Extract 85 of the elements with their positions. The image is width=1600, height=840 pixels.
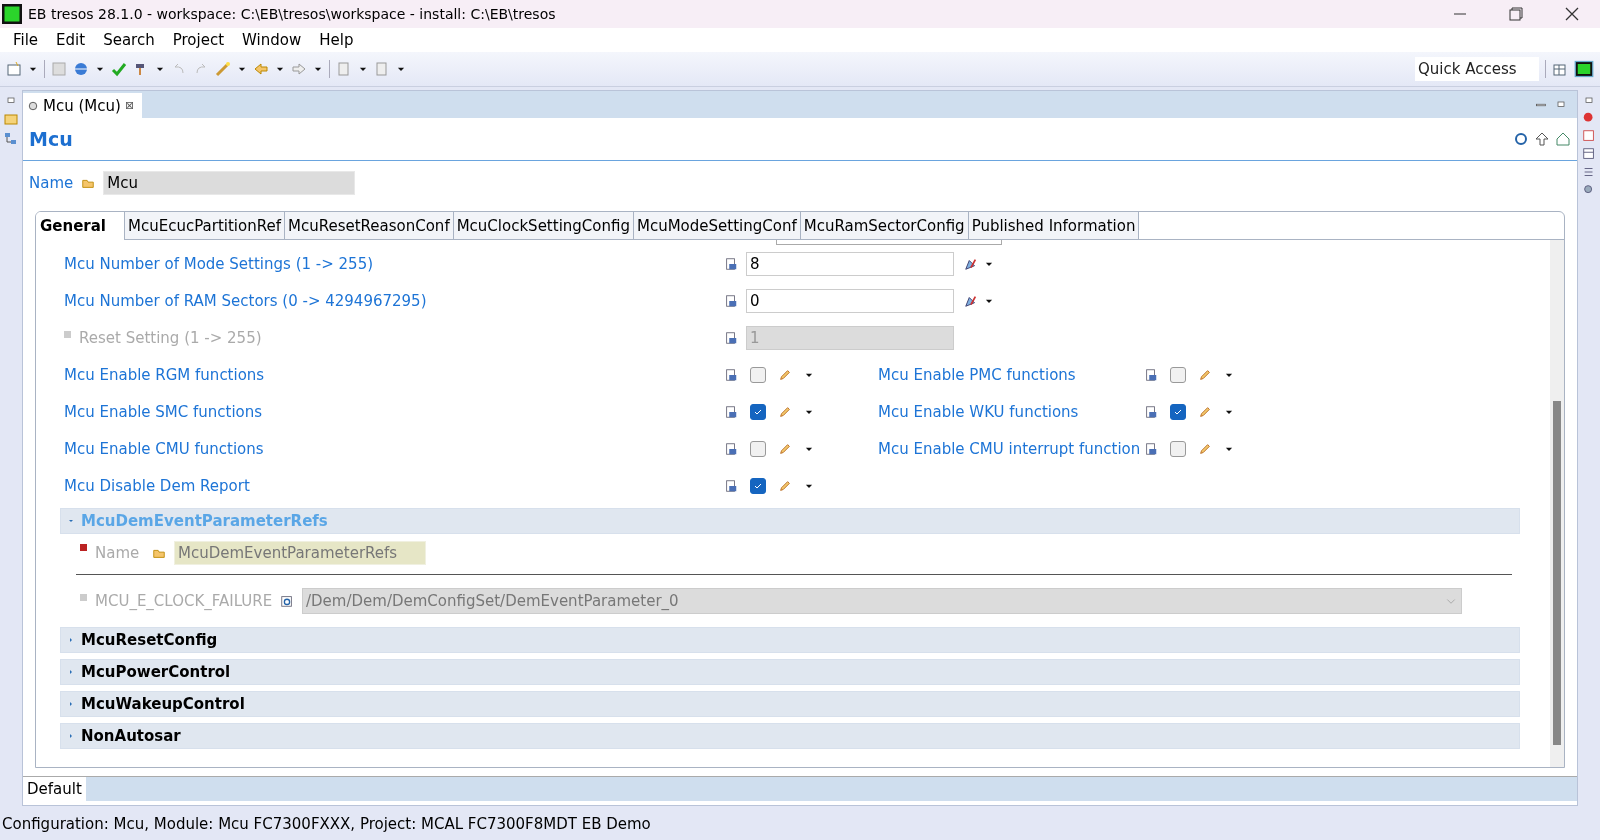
checkbox-label: Mcu Enable CMU interrupt function <box>878 439 1142 458</box>
checkbox-label: Mcu Enable CMU functions <box>64 439 265 458</box>
name-field[interactable]: McuDemEventParameterRefs <box>174 541 426 565</box>
tab[interactable]: Published Information <box>968 212 1140 239</box>
close-icon[interactable] <box>1564 6 1580 22</box>
name-label: Name <box>80 544 152 562</box>
editor-tab[interactable]: Mcu (Mcu) ⊠ <box>23 93 143 118</box>
pencil-icon[interactable] <box>1198 404 1212 419</box>
wand-icon[interactable] <box>215 61 231 77</box>
config-document-icon <box>724 404 738 419</box>
checkbox-label: Mcu Enable RGM functions <box>64 365 266 384</box>
setting-label: Reset Setting (1 -> 255) <box>64 328 724 347</box>
pencil-icon[interactable] <box>778 367 792 382</box>
pencil-icon[interactable] <box>778 441 792 456</box>
pencil-icon[interactable] <box>778 478 792 493</box>
tab[interactable]: General <box>36 212 125 240</box>
window-title: EB tresos 28.1.0 - workspace: C:\EB\tresos\workspace - install: C:\EB\tresos <box>28 6 557 22</box>
expand-right-icon[interactable] <box>67 731 75 741</box>
config-document-icon <box>724 293 738 308</box>
name-label: Name <box>29 174 74 192</box>
back-arrow-icon[interactable] <box>253 61 269 77</box>
checkbox[interactable] <box>1170 403 1186 420</box>
pencil-icon[interactable] <box>1198 367 1212 382</box>
perspective-icon[interactable] <box>1574 59 1594 79</box>
pencil-icon[interactable] <box>1198 441 1212 456</box>
config-document-icon <box>724 367 738 382</box>
config-document-icon <box>724 256 738 271</box>
config-document-icon <box>1144 404 1158 419</box>
setting-label: Mcu Number of Mode Settings (1 -> 255) <box>64 254 375 273</box>
maximize-icon[interactable] <box>1508 6 1524 22</box>
up-arrow-icon[interactable] <box>1534 131 1550 147</box>
config-document-icon <box>1144 441 1158 456</box>
new-window-icon[interactable] <box>6 61 22 77</box>
expand-right-icon[interactable] <box>67 667 75 677</box>
globe-icon[interactable] <box>73 61 89 77</box>
menu-item[interactable]: Help <box>312 31 361 49</box>
table-icon[interactable] <box>1582 147 1596 161</box>
config-document-icon <box>724 441 738 456</box>
checkbox[interactable] <box>750 366 766 383</box>
status-text: Configuration: Mcu, Module: Mcu FC7300FXXX, Project: MCAL FC7300F8MDT EB Demo <box>1 814 652 835</box>
config-document-icon <box>724 478 738 493</box>
menu-item[interactable]: Window <box>235 31 309 49</box>
checkbox-label: Mcu Enable WKU functions <box>878 402 1080 421</box>
home-icon[interactable] <box>1555 131 1571 147</box>
setting-label: Mcu Number of RAM Sectors (0 -> 4294967295) <box>64 291 428 310</box>
checkbox-label: Mcu Disable Dem Report <box>64 476 251 495</box>
menu-item[interactable]: Project <box>165 31 232 49</box>
scrollbar[interactable] <box>1550 240 1564 767</box>
pencil-icon[interactable] <box>778 404 792 419</box>
checkbox[interactable] <box>750 403 766 420</box>
tab[interactable]: McuClockSettingConfig <box>453 212 634 239</box>
checkbox[interactable] <box>1170 366 1186 383</box>
number-field[interactable]: 0 <box>746 288 954 313</box>
form-title: Mcu <box>29 127 73 152</box>
name-field[interactable]: Mcu <box>103 171 356 195</box>
tab[interactable]: McuRamSectorConfig <box>800 212 969 239</box>
list-icon[interactable] <box>1582 165 1596 179</box>
section-header[interactable]: NonAutosar <box>60 723 1520 749</box>
checkbox[interactable] <box>1170 440 1186 457</box>
checkbox[interactable] <box>750 477 766 494</box>
checkmark-icon[interactable] <box>111 61 127 77</box>
number-field[interactable]: 8 <box>746 251 954 276</box>
section-header[interactable]: McuPowerControl <box>60 659 1520 685</box>
app-logo-icon <box>2 4 22 24</box>
menu-item[interactable]: Search <box>96 31 162 49</box>
config-document-icon <box>1144 367 1158 382</box>
expand-right-icon[interactable] <box>67 699 75 709</box>
reference-icon <box>280 594 294 608</box>
checkbox[interactable] <box>750 440 766 457</box>
tab[interactable]: McuResetReasonConf <box>284 212 454 239</box>
reference-label: MCU_E_CLOCK_FAILURE <box>80 592 280 610</box>
menu-item[interactable]: File <box>6 31 46 49</box>
expand-right-icon[interactable] <box>67 635 75 645</box>
section-header[interactable]: McuResetConfig <box>60 627 1520 653</box>
bottom-tab[interactable]: Default <box>23 777 86 801</box>
tab[interactable]: McuModeSettingConf <box>633 212 801 239</box>
quick-access-field[interactable]: Quick Access <box>1415 57 1539 81</box>
open-perspective-icon[interactable] <box>1552 61 1568 77</box>
checkbox-label: Mcu Enable SMC functions <box>64 402 264 421</box>
checkbox-label: Mcu Enable PMC functions <box>878 365 1077 384</box>
tab[interactable]: McuEcucPartitionRef <box>125 212 285 239</box>
tree-icon[interactable] <box>3 131 19 147</box>
menu-item[interactable]: Edit <box>49 31 93 49</box>
config-document-icon <box>724 330 738 345</box>
section-header[interactable]: McuWakeupControl <box>60 691 1520 717</box>
